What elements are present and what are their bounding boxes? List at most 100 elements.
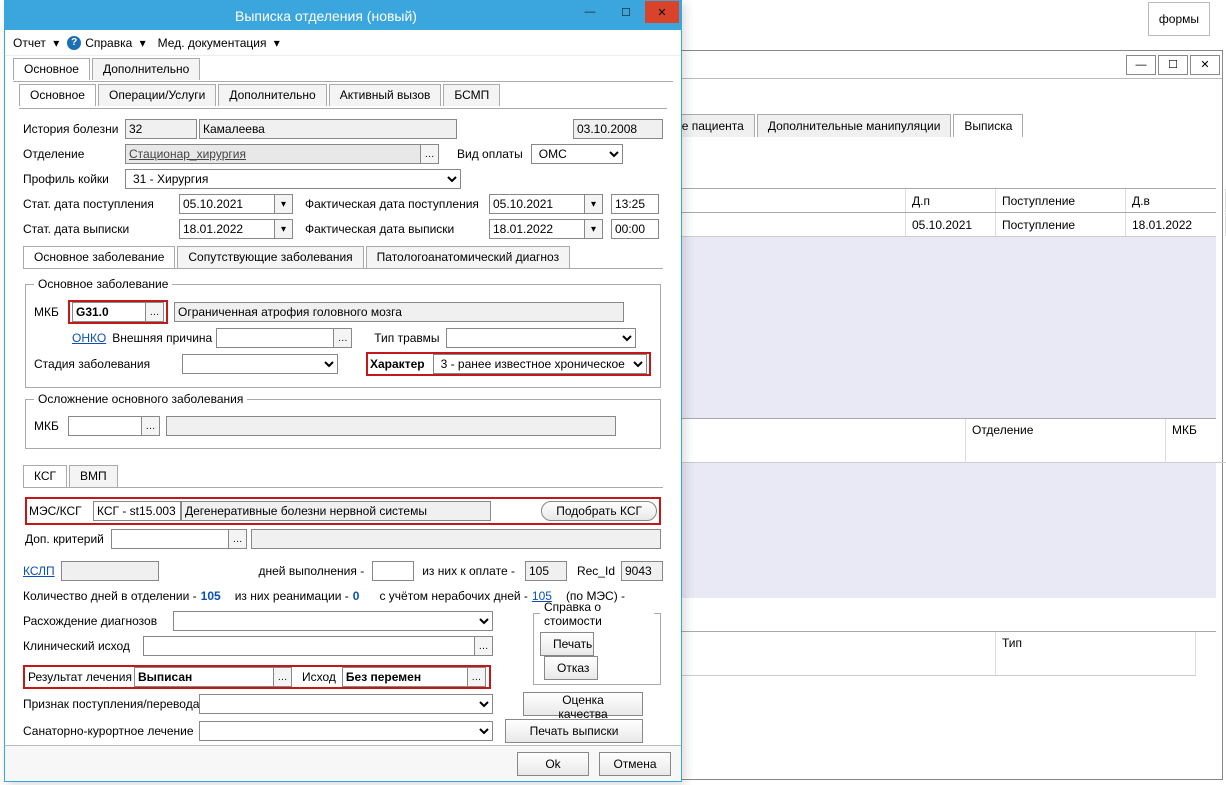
ksg-highlight: МЭС/КСГ Подобрать КСГ (25, 497, 661, 525)
fact-admission-date[interactable] (489, 194, 585, 214)
tab-main-diagnosis[interactable]: Основное заболевание (23, 246, 175, 268)
fact-discharge-date-picker[interactable]: ▾ (585, 219, 603, 239)
department-field[interactable] (125, 144, 421, 164)
dialog-top-tabs: Основное Дополнительно (13, 58, 673, 80)
admission-sign-select[interactable] (199, 694, 493, 714)
result-field[interactable] (134, 667, 274, 687)
dialog-titlebar[interactable]: Выписка отделения (новый) — ☐ ✕ (5, 1, 681, 30)
bg-tab-manip[interactable]: Дополнительные манипуляции (757, 114, 952, 137)
stat-admission-date[interactable] (179, 194, 275, 214)
dialog-title: Выписка отделения (новый) (235, 8, 417, 24)
mkb-code-field[interactable] (72, 302, 146, 322)
tab-vmp[interactable]: ВМП (69, 465, 118, 487)
select-ksg-button[interactable]: Подобрать КСГ (541, 501, 657, 521)
bed-profile-select[interactable]: 31 - Хирургия (125, 169, 461, 189)
dialog-minimize-button[interactable]: — (573, 1, 607, 23)
mes-ksg-label: МЭС/КСГ (29, 504, 93, 518)
days-dept-label: Количество дней в отделении - (23, 589, 197, 603)
character-select[interactable]: 3 - ранее известное хроническое (433, 354, 647, 374)
cost-refuse-button[interactable]: Отказ (544, 656, 598, 680)
outcome-field[interactable] (342, 667, 468, 687)
fact-discharge-time[interactable] (611, 219, 659, 239)
injury-type-label: Тип травмы (374, 331, 439, 345)
ext-cause-picker-button[interactable]: … (334, 328, 352, 348)
patient-name-field (199, 119, 457, 139)
tab-additional[interactable]: Дополнительно (218, 84, 326, 106)
mkb-picker-button[interactable]: … (146, 302, 164, 322)
stat-admission-date-picker[interactable]: ▾ (275, 194, 293, 214)
cost-legend: Справка о стоимости (540, 600, 654, 628)
menu-help[interactable]: Справка ▾ (85, 36, 145, 50)
department-label: Отделение (23, 147, 125, 161)
bg-close-button[interactable]: ✕ (1190, 55, 1220, 75)
cancel-button[interactable]: Отмена (599, 752, 671, 776)
stat-discharge-date-picker[interactable]: ▾ (275, 219, 293, 239)
result-highlight: Результат лечения … Исход … (23, 665, 491, 689)
disease-stage-select[interactable] (182, 354, 338, 374)
dialog-maximize-button[interactable]: ☐ (609, 1, 643, 23)
fact-discharge-date[interactable] (489, 219, 585, 239)
complication-mkb-field[interactable] (68, 416, 142, 436)
tab-operations[interactable]: Операции/Услуги (98, 84, 216, 106)
ksg-code-field[interactable] (93, 501, 181, 521)
days-dept-value: 105 (201, 589, 221, 603)
department-picker-button[interactable]: … (421, 144, 439, 164)
clinical-outcome-picker[interactable]: … (475, 636, 493, 656)
cost-print-button[interactable]: Печать (540, 632, 594, 656)
onko-link[interactable]: ОНКО (72, 331, 106, 345)
injury-type-select[interactable] (446, 328, 636, 348)
dialog-close-button[interactable]: ✕ (645, 1, 679, 23)
days-pay-field (525, 561, 567, 581)
divergence-select[interactable] (173, 611, 493, 631)
kslp-link[interactable]: КСЛП (23, 564, 55, 578)
menu-meddoc[interactable]: Мед. документация ▾ (158, 36, 280, 50)
fact-admission-time[interactable] (611, 194, 659, 214)
menu-report[interactable]: Отчет ▾ (13, 36, 59, 50)
tab-additional-top[interactable]: Дополнительно (92, 58, 200, 80)
sanatory-label: Санаторно-курортное лечение (23, 724, 199, 738)
tab-bsmp[interactable]: БСМП (443, 84, 500, 106)
extra-criterion-picker[interactable]: … (229, 529, 247, 549)
complication-mkb-picker[interactable]: … (142, 416, 160, 436)
disease-stage-label: Стадия заболевания (34, 357, 182, 371)
stat-discharge-date[interactable] (179, 219, 275, 239)
quality-button[interactable]: Оценка качества (523, 692, 643, 716)
complication-legend: Осложнение основного заболевания (34, 392, 247, 406)
bg-minimize-button[interactable]: — (1126, 55, 1156, 75)
fact-admission-date-picker[interactable]: ▾ (585, 194, 603, 214)
bg-toolbar-forms-button[interactable]: формы (1148, 2, 1210, 36)
rean-value: 0 (353, 589, 360, 603)
history-label: История болезни (23, 122, 125, 136)
bg-tab-discharge[interactable]: Выписка (953, 114, 1023, 137)
result-picker-button[interactable]: … (274, 667, 292, 687)
history-number-field (125, 119, 197, 139)
extra-criterion-label: Доп. критерий (25, 532, 111, 546)
bed-profile-label: Профиль койки (23, 172, 125, 186)
tab-main-top[interactable]: Основное (13, 58, 90, 80)
kslp-field (61, 561, 159, 581)
tab-main[interactable]: Основное (19, 84, 96, 106)
ext-cause-label: Внешняя причина (112, 331, 212, 345)
clinical-outcome-field[interactable] (143, 636, 475, 656)
complication-desc-field (166, 416, 616, 436)
help-icon: ? (67, 36, 81, 50)
rean-label: из них реанимации - (235, 589, 349, 603)
days-pay-label: из них к оплате - (422, 564, 515, 578)
fact-admission-label: Фактическая дата поступления (305, 197, 489, 211)
dialog-menu: Отчет ▾ ? Справка ▾ Мед. документация ▾ (5, 30, 681, 56)
tab-ksg[interactable]: КСГ (23, 465, 67, 487)
sanatory-select[interactable] (199, 721, 493, 741)
days-exec-field[interactable] (372, 561, 414, 581)
paytype-select[interactable]: ОМС (531, 144, 623, 164)
tab-active-call[interactable]: Активный вызов (329, 84, 442, 106)
bg-maximize-button[interactable]: ☐ (1158, 55, 1188, 75)
extra-criterion-field[interactable] (111, 529, 229, 549)
birthdate-field (573, 119, 663, 139)
print-discharge-button[interactable]: Печать выписки (505, 719, 643, 743)
ok-button[interactable]: Ok (517, 752, 589, 776)
tab-pathology[interactable]: Патологоанатомический диагноз (366, 246, 570, 268)
ext-cause-field[interactable] (216, 328, 334, 348)
tab-comorbid[interactable]: Сопутствующие заболевания (177, 246, 363, 268)
cost-group: Справка о стоимости Печать Отказ (533, 600, 661, 685)
outcome-picker-button[interactable]: … (468, 667, 486, 687)
